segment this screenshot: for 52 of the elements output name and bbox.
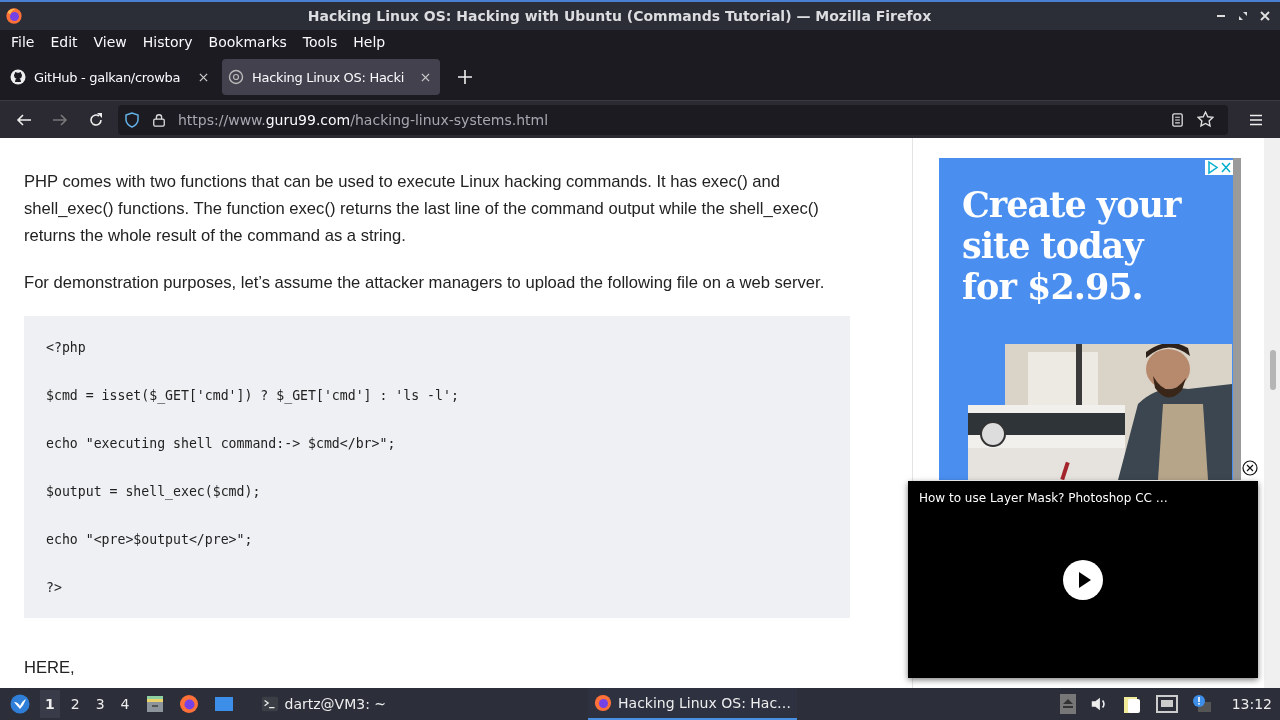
scrollbar[interactable]: [1233, 158, 1241, 480]
clipboard-icon[interactable]: [1121, 694, 1142, 714]
file-cabinet-icon[interactable]: [144, 694, 165, 714]
forward-icon[interactable]: [52, 111, 68, 128]
shield-icon[interactable]: [124, 111, 140, 128]
workspace-button[interactable]: 1: [40, 690, 60, 718]
firefox-icon: [594, 694, 613, 712]
lock-icon[interactable]: [152, 111, 166, 128]
menu-item[interactable]: Bookmarks: [200, 32, 295, 52]
paragraph: For demonstration purposes, let’s assume the attacker managers to upload the following file on a web server.: [24, 272, 826, 294]
ad-choices-icon[interactable]: [1205, 160, 1233, 175]
ad-headline: Create your site today for $2.95.: [961, 183, 1183, 307]
play-icon[interactable]: [1063, 560, 1103, 600]
notification-icon[interactable]: [1191, 694, 1212, 714]
menu-item[interactable]: History: [134, 32, 201, 52]
taskbar-button[interactable]: dartz@VM3: ~: [254, 688, 393, 720]
workspace-button[interactable]: 2: [65, 690, 85, 718]
firefox-icon[interactable]: [178, 694, 199, 714]
network-icon[interactable]: [1155, 695, 1178, 713]
workspace-button[interactable]: 3: [90, 690, 110, 718]
taskbar-button[interactable]: Hacking Linux OS: Hac…: [588, 688, 798, 720]
start-menu-icon[interactable]: [10, 694, 30, 714]
reload-icon[interactable]: [88, 111, 104, 128]
terminal-icon: [260, 695, 279, 713]
workspace-button[interactable]: 4: [115, 690, 135, 718]
browser-tab[interactable]: GitHub - galkan/crowba: [4, 59, 218, 95]
code-block: <?php $cmd = isset($_GET['cmd']) ? $_GET['cmd'] : 'ls -l'; echo "executing shell command:-> $cmd</br>"; $output = shell_exec($cmd); echo "<pre>$output</pre>"; ?>: [24, 316, 850, 618]
star-icon[interactable]: [1197, 111, 1214, 128]
menu-item[interactable]: Help: [345, 32, 394, 52]
plus-icon[interactable]: [458, 70, 472, 84]
close-icon[interactable]: [1242, 460, 1258, 476]
close-tab-icon[interactable]: [199, 72, 208, 82]
paragraph: HERE,: [24, 657, 76, 679]
menu-item[interactable]: File: [3, 32, 43, 52]
menu-item[interactable]: Edit: [42, 32, 86, 52]
firefox-icon: [5, 7, 23, 25]
back-icon[interactable]: [16, 111, 32, 128]
github-icon: [10, 69, 26, 85]
volume-icon[interactable]: [1089, 695, 1108, 713]
clock: 13:12: [1231, 696, 1272, 712]
menu-item[interactable]: Tools: [294, 32, 346, 52]
menu-item[interactable]: View: [85, 32, 135, 52]
paragraph: PHP comes with two functions that can be used to execute Linux hacking commands. It has exec() and shell_exec() functions. The function exec() returns the last line of the command output while the shell_exec() returns the whole result of the command as a string.: [24, 171, 820, 247]
reader-view-icon[interactable]: [1170, 111, 1185, 128]
video-player[interactable]: How to use Layer Mask? Photoshop CC …: [908, 481, 1258, 678]
eject-icon[interactable]: [1059, 694, 1076, 714]
window-icon[interactable]: [212, 694, 235, 714]
maximize-icon[interactable]: [1238, 11, 1248, 21]
close-tab-icon[interactable]: [421, 72, 430, 82]
window-title: Hacking Linux OS: Hacking with Ubuntu (Commands Tutorial) — Mozilla Firefox: [306, 8, 933, 24]
browser-tab[interactable]: Hacking Linux OS: Hacki: [222, 59, 440, 95]
video-title: How to use Layer Mask? Photoshop CC …: [919, 491, 1168, 505]
